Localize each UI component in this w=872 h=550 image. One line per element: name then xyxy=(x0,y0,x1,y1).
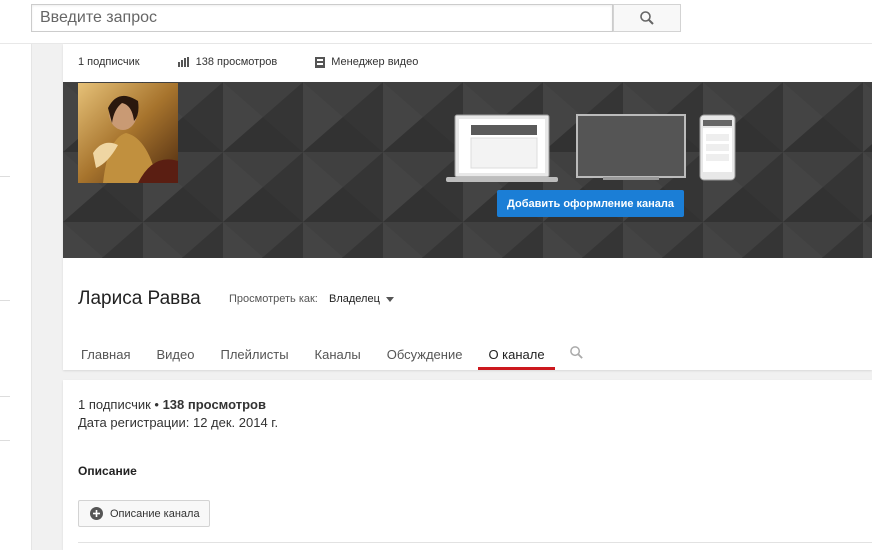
sidebar-divider xyxy=(0,176,10,177)
search-input[interactable]: Введите запрос xyxy=(31,4,613,32)
subscriber-count-label: 1 подписчик xyxy=(78,56,140,68)
view-count-label: 138 просмотров xyxy=(195,56,278,68)
tab-channels[interactable]: Каналы xyxy=(305,341,371,370)
tv-device-icon xyxy=(576,114,686,180)
tab-about[interactable]: О канале xyxy=(478,341,555,370)
channel-stats-bar: 1 подписчик 138 просмотров Менеджер виде… xyxy=(78,56,418,68)
caret-down-icon xyxy=(385,296,394,302)
about-separator: • xyxy=(150,397,163,412)
guide-sidebar xyxy=(0,44,32,550)
description-heading: Описание xyxy=(78,464,137,478)
section-divider xyxy=(78,542,872,543)
subscriber-count[interactable]: 1 подписчик xyxy=(78,56,140,68)
bar-chart-icon xyxy=(177,57,189,67)
banner-background-pattern xyxy=(63,82,872,258)
view-as-dropdown[interactable]: Владелец xyxy=(329,293,394,305)
search-icon xyxy=(569,346,583,359)
laptop-device-icon xyxy=(446,114,558,182)
top-bar: Введите запрос xyxy=(0,0,872,44)
channel-banner: Добавить оформление канала xyxy=(63,82,872,258)
add-channel-art-button[interactable]: Добавить оформление канала xyxy=(497,190,684,217)
channel-header: 1 подписчик 138 просмотров Менеджер виде… xyxy=(63,44,872,370)
tab-discussion[interactable]: Обсуждение xyxy=(377,341,473,370)
video-manager-label: Менеджер видео xyxy=(331,56,419,68)
plus-circle-icon xyxy=(90,507,103,520)
channel-search-button[interactable] xyxy=(561,341,592,370)
search-button[interactable] xyxy=(613,4,681,32)
view-count[interactable]: 138 просмотров xyxy=(177,56,278,68)
sidebar-divider xyxy=(0,440,10,441)
about-subscribers: 1 подписчик xyxy=(78,397,151,412)
video-manager-icon xyxy=(315,56,326,68)
registration-date: Дата регистрации: 12 дек. 2014 г. xyxy=(78,415,279,430)
channel-title[interactable]: Лариса Равва xyxy=(78,288,201,310)
view-as-label: Просмотреть как: xyxy=(229,293,318,305)
add-description-button[interactable]: Описание канала xyxy=(78,500,210,527)
tab-videos[interactable]: Видео xyxy=(146,341,204,370)
add-description-label: Описание канала xyxy=(110,507,200,520)
about-views: 138 просмотров xyxy=(162,397,266,412)
sidebar-divider xyxy=(0,396,10,397)
sidebar-divider xyxy=(0,300,10,301)
about-stats: 1 подписчик • 138 просмотров xyxy=(78,397,266,412)
view-as-value: Владелец xyxy=(329,293,380,305)
video-manager-link[interactable]: Менеджер видео xyxy=(315,56,418,68)
tab-playlists[interactable]: Плейлисты xyxy=(210,341,298,370)
search-icon xyxy=(640,11,654,25)
channel-tabs: Главная Видео Плейлисты Каналы Обсуждени… xyxy=(71,341,592,370)
phone-device-icon xyxy=(699,114,736,181)
avatar[interactable] xyxy=(78,83,178,183)
tab-home[interactable]: Главная xyxy=(71,341,140,370)
about-section: 1 подписчик • 138 просмотров Дата регист… xyxy=(63,380,872,550)
